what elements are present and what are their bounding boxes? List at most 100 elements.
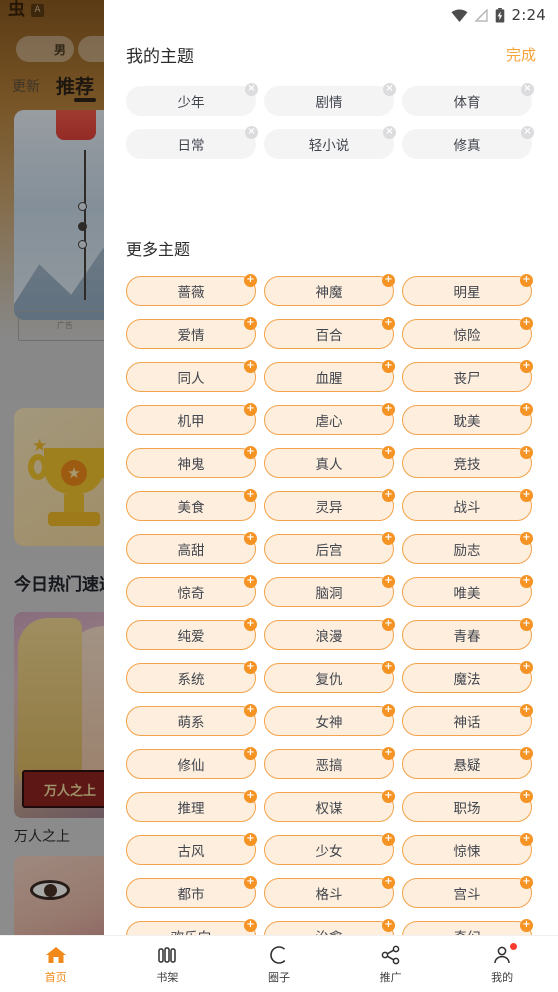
add-theme-icon[interactable]: + bbox=[244, 876, 257, 889]
add-theme-icon[interactable]: + bbox=[382, 790, 395, 803]
add-theme-icon[interactable]: + bbox=[382, 403, 395, 416]
more-theme-tag[interactable]: 竞技 + bbox=[402, 446, 533, 478]
more-theme-tag[interactable]: 修仙 + bbox=[126, 747, 257, 779]
my-theme-tag[interactable]: 修真 × bbox=[402, 126, 534, 159]
add-theme-icon[interactable]: + bbox=[382, 919, 395, 932]
remove-theme-icon[interactable]: × bbox=[521, 83, 534, 96]
add-theme-icon[interactable]: + bbox=[244, 532, 257, 545]
add-theme-icon[interactable]: + bbox=[244, 274, 257, 287]
add-theme-icon[interactable]: + bbox=[520, 532, 533, 545]
add-theme-icon[interactable]: + bbox=[520, 446, 533, 459]
add-theme-icon[interactable]: + bbox=[382, 446, 395, 459]
add-theme-icon[interactable]: + bbox=[520, 403, 533, 416]
more-theme-tag[interactable]: 高甜 + bbox=[126, 532, 257, 564]
my-theme-tag[interactable]: 日常 × bbox=[126, 126, 258, 159]
add-theme-icon[interactable]: + bbox=[520, 747, 533, 760]
add-theme-icon[interactable]: + bbox=[244, 704, 257, 717]
add-theme-icon[interactable]: + bbox=[520, 833, 533, 846]
more-theme-tag[interactable]: 机甲 + bbox=[126, 403, 257, 435]
add-theme-icon[interactable]: + bbox=[244, 360, 257, 373]
add-theme-icon[interactable]: + bbox=[244, 618, 257, 631]
done-button[interactable]: 完成 bbox=[506, 44, 536, 65]
add-theme-icon[interactable]: + bbox=[244, 747, 257, 760]
add-theme-icon[interactable]: + bbox=[244, 661, 257, 674]
more-theme-tag[interactable]: 耽美 + bbox=[402, 403, 533, 435]
remove-theme-icon[interactable]: × bbox=[521, 126, 534, 139]
add-theme-icon[interactable]: + bbox=[520, 274, 533, 287]
add-theme-icon[interactable]: + bbox=[244, 575, 257, 588]
more-theme-tag[interactable]: 神话 + bbox=[402, 704, 533, 736]
more-theme-tag[interactable]: 真人 + bbox=[264, 446, 395, 478]
more-theme-tag[interactable]: 都市 + bbox=[126, 876, 257, 908]
add-theme-icon[interactable]: + bbox=[382, 747, 395, 760]
my-theme-tag[interactable]: 剧情 × bbox=[264, 83, 396, 116]
more-theme-tag[interactable]: 励志 + bbox=[402, 532, 533, 564]
more-theme-tag[interactable]: 纯爱 + bbox=[126, 618, 257, 650]
add-theme-icon[interactable]: + bbox=[244, 489, 257, 502]
more-theme-tag[interactable]: 同人 + bbox=[126, 360, 257, 392]
add-theme-icon[interactable]: + bbox=[520, 919, 533, 932]
nav-item-profile[interactable]: 我的 bbox=[446, 936, 558, 992]
more-theme-tag[interactable]: 惊悚 + bbox=[402, 833, 533, 865]
add-theme-icon[interactable]: + bbox=[382, 618, 395, 631]
add-theme-icon[interactable]: + bbox=[520, 876, 533, 889]
add-theme-icon[interactable]: + bbox=[244, 919, 257, 932]
add-theme-icon[interactable]: + bbox=[520, 489, 533, 502]
add-theme-icon[interactable]: + bbox=[244, 790, 257, 803]
more-theme-tag[interactable]: 权谋 + bbox=[264, 790, 395, 822]
add-theme-icon[interactable]: + bbox=[244, 833, 257, 846]
more-theme-tag[interactable]: 萌系 + bbox=[126, 704, 257, 736]
more-theme-tag[interactable]: 血腥 + bbox=[264, 360, 395, 392]
more-theme-tag[interactable]: 灵异 + bbox=[264, 489, 395, 521]
add-theme-icon[interactable]: + bbox=[520, 661, 533, 674]
more-theme-tag[interactable]: 脑洞 + bbox=[264, 575, 395, 607]
nav-item-promotion[interactable]: 推广 bbox=[335, 936, 447, 992]
more-theme-tag[interactable]: 推理 + bbox=[126, 790, 257, 822]
add-theme-icon[interactable]: + bbox=[382, 274, 395, 287]
add-theme-icon[interactable]: + bbox=[520, 360, 533, 373]
more-theme-tag[interactable]: 虐心 + bbox=[264, 403, 395, 435]
add-theme-icon[interactable]: + bbox=[382, 532, 395, 545]
more-theme-tag[interactable]: 惊险 + bbox=[402, 317, 533, 349]
remove-theme-icon[interactable]: × bbox=[245, 126, 258, 139]
add-theme-icon[interactable]: + bbox=[382, 317, 395, 330]
more-theme-tag[interactable]: 浪漫 + bbox=[264, 618, 395, 650]
more-theme-tag[interactable]: 复仇 + bbox=[264, 661, 395, 693]
more-theme-tag[interactable]: 女神 + bbox=[264, 704, 395, 736]
nav-item-circle[interactable]: 圈子 bbox=[223, 936, 335, 992]
nav-item-home[interactable]: 首页 bbox=[0, 936, 112, 992]
more-theme-tag[interactable]: 美食 + bbox=[126, 489, 257, 521]
add-theme-icon[interactable]: + bbox=[244, 403, 257, 416]
add-theme-icon[interactable]: + bbox=[520, 317, 533, 330]
add-theme-icon[interactable]: + bbox=[382, 876, 395, 889]
more-theme-tag[interactable]: 爱情 + bbox=[126, 317, 257, 349]
add-theme-icon[interactable]: + bbox=[520, 618, 533, 631]
more-theme-tag[interactable]: 格斗 + bbox=[264, 876, 395, 908]
more-theme-tag[interactable]: 职场 + bbox=[402, 790, 533, 822]
my-theme-tag[interactable]: 轻小说 × bbox=[264, 126, 396, 159]
add-theme-icon[interactable]: + bbox=[382, 575, 395, 588]
more-theme-tag[interactable]: 神鬼 + bbox=[126, 446, 257, 478]
more-theme-tag[interactable]: 古风 + bbox=[126, 833, 257, 865]
more-theme-tag[interactable]: 宫斗 + bbox=[402, 876, 533, 908]
more-theme-tag[interactable]: 蔷薇 + bbox=[126, 274, 257, 306]
more-theme-tag[interactable]: 神魔 + bbox=[264, 274, 395, 306]
add-theme-icon[interactable]: + bbox=[382, 360, 395, 373]
add-theme-icon[interactable]: + bbox=[382, 704, 395, 717]
add-theme-icon[interactable]: + bbox=[382, 661, 395, 674]
more-theme-tag[interactable]: 丧尸 + bbox=[402, 360, 533, 392]
more-theme-tag[interactable]: 明星 + bbox=[402, 274, 533, 306]
remove-theme-icon[interactable]: × bbox=[383, 83, 396, 96]
more-theme-tag[interactable]: 悬疑 + bbox=[402, 747, 533, 779]
more-theme-tag[interactable]: 魔法 + bbox=[402, 661, 533, 693]
more-theme-tag[interactable]: 惊奇 + bbox=[126, 575, 257, 607]
more-theme-tag[interactable]: 百合 + bbox=[264, 317, 395, 349]
add-theme-icon[interactable]: + bbox=[520, 575, 533, 588]
add-theme-icon[interactable]: + bbox=[244, 317, 257, 330]
my-theme-tag[interactable]: 少年 × bbox=[126, 83, 258, 116]
add-theme-icon[interactable]: + bbox=[382, 489, 395, 502]
add-theme-icon[interactable]: + bbox=[520, 704, 533, 717]
remove-theme-icon[interactable]: × bbox=[383, 126, 396, 139]
more-theme-tag[interactable]: 战斗 + bbox=[402, 489, 533, 521]
add-theme-icon[interactable]: + bbox=[382, 833, 395, 846]
